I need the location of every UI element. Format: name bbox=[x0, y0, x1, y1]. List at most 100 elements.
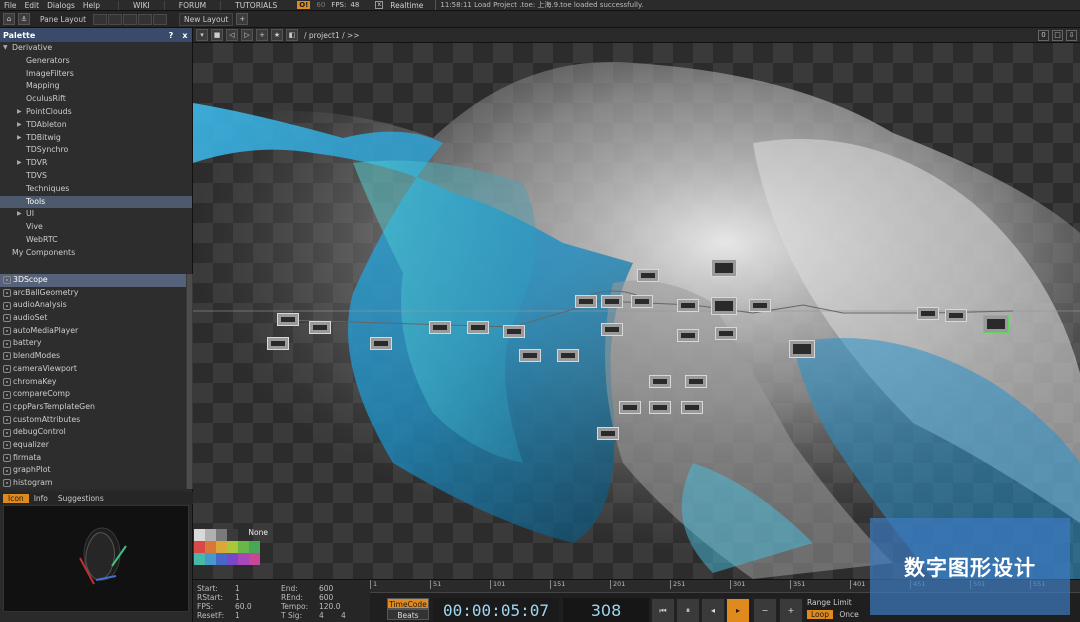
play-icon[interactable]: ▸ bbox=[726, 598, 750, 622]
palette-tree-item[interactable]: TDVS bbox=[0, 170, 192, 183]
component-item[interactable]: autoMediaPlayer bbox=[0, 325, 186, 338]
resetf-value[interactable]: 1 bbox=[235, 611, 240, 620]
component-item[interactable]: blendModes bbox=[0, 350, 186, 363]
tab-suggestions[interactable]: Suggestions bbox=[53, 494, 109, 503]
component-scrollbar[interactable] bbox=[186, 274, 193, 489]
operator-node[interactable] bbox=[557, 349, 579, 362]
expand-down-icon[interactable]: ▼ bbox=[3, 42, 8, 55]
add-icon[interactable]: + bbox=[256, 29, 268, 41]
component-item[interactable]: chromaKey bbox=[0, 376, 186, 389]
color-swatch[interactable] bbox=[227, 553, 238, 565]
operator-node[interactable] bbox=[467, 321, 489, 334]
operator-node[interactable] bbox=[681, 401, 703, 414]
component-item[interactable]: audioSet bbox=[0, 312, 186, 325]
palette-tree-item[interactable]: OculusRift bbox=[0, 93, 192, 106]
layout-slot-1[interactable] bbox=[93, 13, 108, 25]
fps-setting-value[interactable]: 60.0 bbox=[235, 602, 252, 611]
operator-node[interactable] bbox=[749, 299, 771, 312]
network-path[interactable]: / project1 / >> bbox=[304, 31, 360, 40]
operator-node[interactable] bbox=[685, 375, 707, 388]
component-item[interactable]: cameraViewport bbox=[0, 363, 186, 376]
perf-monitor-badge[interactable]: O! bbox=[297, 1, 311, 9]
color-swatch[interactable] bbox=[205, 529, 216, 541]
pause-icon[interactable]: ⏸ bbox=[676, 598, 700, 622]
loop-button[interactable]: Loop bbox=[807, 610, 833, 619]
tutorials-button[interactable]: TUTORIALS bbox=[220, 0, 291, 10]
network-editor[interactable] bbox=[193, 43, 1080, 579]
menu-arrow-icon[interactable]: ▾ bbox=[196, 29, 208, 41]
rstart-value[interactable]: 1 bbox=[235, 593, 240, 602]
operator-node[interactable] bbox=[429, 321, 451, 334]
operator-node[interactable] bbox=[789, 340, 815, 358]
forward-icon[interactable]: ▷ bbox=[241, 29, 253, 41]
palette-tree-item[interactable]: Vive bbox=[0, 221, 192, 234]
component-item[interactable]: arcBallGeometry bbox=[0, 287, 186, 300]
operator-node[interactable] bbox=[677, 299, 699, 312]
operator-node[interactable] bbox=[945, 309, 967, 322]
operator-node[interactable] bbox=[309, 321, 331, 334]
operator-node[interactable] bbox=[277, 313, 299, 326]
color-swatch[interactable] bbox=[227, 529, 238, 541]
menu-file[interactable]: File bbox=[0, 1, 21, 10]
palette-tree-item[interactable]: ▶ TDVR bbox=[0, 157, 192, 170]
operator-node[interactable] bbox=[983, 315, 1009, 333]
stop-icon[interactable]: ■ bbox=[211, 29, 223, 41]
component-item[interactable]: debugControl bbox=[0, 426, 186, 439]
expand-right-icon[interactable]: ▶ bbox=[17, 132, 22, 145]
color-swatch[interactable] bbox=[216, 553, 227, 565]
operator-node[interactable] bbox=[519, 349, 541, 362]
operator-node[interactable] bbox=[575, 295, 597, 308]
tsig-value-a[interactable]: 4 bbox=[319, 611, 324, 620]
operator-node[interactable] bbox=[917, 307, 939, 320]
menu-edit[interactable]: Edit bbox=[21, 1, 44, 10]
palette-tree-item[interactable]: ▶ UI bbox=[0, 208, 192, 221]
realtime-checkbox[interactable]: x bbox=[375, 1, 384, 9]
start-value[interactable]: 1 bbox=[235, 584, 240, 593]
component-item[interactable]: firmata bbox=[0, 452, 186, 465]
component-item[interactable]: histogram bbox=[0, 477, 186, 489]
once-button[interactable]: Once bbox=[839, 610, 858, 619]
palette-tree-item[interactable]: Generators bbox=[0, 55, 192, 68]
wiki-button[interactable]: WIKI bbox=[118, 0, 164, 10]
operator-node[interactable] bbox=[649, 401, 671, 414]
rend-value[interactable]: 600 bbox=[319, 593, 333, 602]
operator-node[interactable] bbox=[601, 323, 623, 336]
home-icon[interactable]: ⌂ bbox=[3, 13, 15, 25]
end-value[interactable]: 600 bbox=[319, 584, 333, 593]
color-swatch[interactable] bbox=[194, 541, 205, 553]
operator-node[interactable] bbox=[601, 295, 623, 308]
layout-slot-5[interactable] bbox=[153, 13, 168, 25]
palette-tree-item[interactable]: My Components bbox=[0, 247, 192, 260]
palette-tree-item[interactable]: ▶ PointClouds bbox=[0, 106, 192, 119]
palette-tree-item[interactable]: ▶ TDBitwig bbox=[0, 132, 192, 145]
operator-node[interactable] bbox=[503, 325, 525, 338]
color-swatch[interactable] bbox=[238, 553, 249, 565]
menu-help[interactable]: Help bbox=[79, 1, 104, 10]
color-swatch[interactable] bbox=[249, 541, 260, 553]
rewind-icon[interactable]: ⏮ bbox=[651, 598, 675, 622]
operator-node[interactable] bbox=[637, 269, 659, 282]
palette-tree-item[interactable]: WebRTC bbox=[0, 234, 192, 247]
add-layout-button[interactable]: + bbox=[236, 13, 249, 25]
menu-dialogs[interactable]: Dialogs bbox=[43, 1, 79, 10]
plus-icon[interactable]: + bbox=[779, 598, 803, 622]
zero-button[interactable]: 0 bbox=[1038, 29, 1049, 41]
operator-node[interactable] bbox=[370, 337, 392, 350]
step-back-icon[interactable]: ◂ bbox=[701, 598, 725, 622]
component-item[interactable]: audioAnalysis bbox=[0, 299, 186, 312]
expand-right-icon[interactable]: ▶ bbox=[17, 208, 22, 221]
operator-node[interactable] bbox=[711, 297, 737, 315]
color-swatch[interactable] bbox=[238, 541, 249, 553]
operator-node[interactable] bbox=[715, 327, 737, 340]
component-item[interactable]: cppParsTemplateGen bbox=[0, 401, 186, 414]
tsig-value-b[interactable]: 4 bbox=[341, 611, 346, 620]
color-swatch[interactable] bbox=[205, 541, 216, 553]
download-icon[interactable]: ⇩ bbox=[1066, 29, 1077, 41]
palette-tree-item[interactable]: ▶ TDAbleton bbox=[0, 119, 192, 132]
component-item[interactable]: equalizer bbox=[0, 439, 186, 452]
palette-tree-item[interactable]: Techniques bbox=[0, 183, 192, 196]
expand-right-icon[interactable]: ▶ bbox=[17, 157, 22, 170]
operator-node[interactable] bbox=[649, 375, 671, 388]
close-icon[interactable]: x bbox=[178, 31, 192, 40]
component-item[interactable]: graphPlot bbox=[0, 464, 186, 477]
